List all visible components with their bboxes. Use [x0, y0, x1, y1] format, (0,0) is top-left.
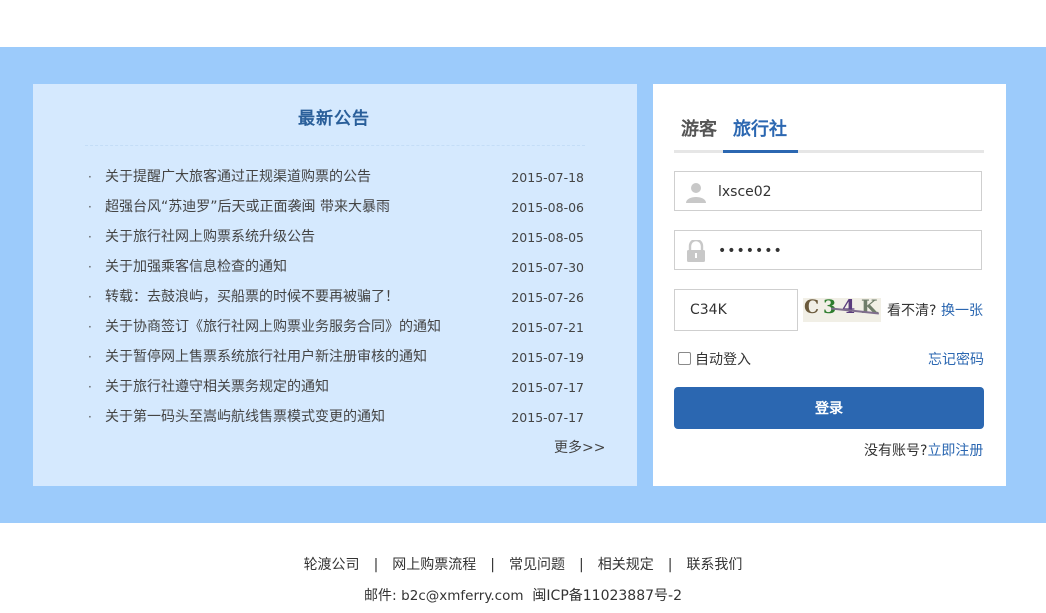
bullet-icon: · [88, 380, 92, 394]
login-button[interactable]: 登录 [674, 387, 984, 429]
tab-active-indicator [723, 150, 798, 153]
user-icon [686, 183, 706, 203]
bullet-icon: · [88, 260, 92, 274]
more-link[interactable]: 更多>> [554, 437, 605, 457]
notice-title: 最新公告 [298, 109, 370, 129]
list-item[interactable]: · 转载：去鼓浪屿，买船票的时候不要再被骗了！ 2015-07-26 [88, 285, 588, 315]
auto-login-checkbox[interactable] [678, 352, 691, 365]
footer-link-rules[interactable]: 相关规定 [598, 557, 654, 573]
notice-item-date: 2015-08-06 [511, 200, 584, 215]
notice-item-title[interactable]: 关于加强乘客信息检查的通知 [105, 255, 287, 279]
notice-item-title[interactable]: 关于第一码头至嵩屿航线售票模式变更的通知 [105, 405, 385, 429]
footer-info: 邮件: b2c@xmferry.com 闽ICP备11023887号-2 [0, 585, 1046, 605]
notice-item-date: 2015-07-21 [511, 320, 584, 335]
bullet-icon: · [88, 170, 92, 184]
notice-item-title[interactable]: 关于暂停网上售票系统旅行社用户新注册审核的通知 [105, 345, 427, 369]
register-link[interactable]: 立即注册 [927, 443, 983, 459]
bullet-icon: · [88, 320, 92, 334]
footer-nav: 轮渡公司 | 网上购票流程 | 常见问题 | 相关规定 | 联系我们 [0, 554, 1046, 574]
username-input[interactable]: lxsce02 [674, 171, 982, 211]
captcha-value: C34K [690, 302, 727, 318]
auto-login-label[interactable]: 自动登入 [695, 349, 751, 369]
captcha-refresh-link[interactable]: 换一张 [941, 300, 983, 320]
captcha-input[interactable]: C34K [674, 289, 798, 331]
bullet-icon: · [88, 350, 92, 364]
bullet-icon: · [88, 200, 92, 214]
bullet-icon: · [88, 230, 92, 244]
notice-item-date: 2015-07-18 [511, 170, 584, 185]
footer-email: b2c@xmferry.com [401, 588, 524, 604]
footer-email-label: 邮件: [364, 588, 397, 604]
list-item[interactable]: · 超强台风“苏迪罗”后天或正面袭闽 带来大暴雨 2015-08-06 [88, 195, 588, 225]
notice-list: · 关于提醒广大旅客通过正规渠道购票的公告 2015-07-18 · 超强台风“苏迪罗… [88, 165, 588, 435]
bullet-icon: · [88, 410, 92, 424]
lock-icon [687, 240, 705, 262]
password-input[interactable]: ••••••• [674, 230, 982, 270]
notice-item-date: 2015-07-30 [511, 260, 584, 275]
list-item[interactable]: · 关于第一码头至嵩屿航线售票模式变更的通知 2015-07-17 [88, 405, 588, 435]
list-item[interactable]: · 关于旅行社网上购票系统升级公告 2015-08-05 [88, 225, 588, 255]
list-item[interactable]: · 关于暂停网上售票系统旅行社用户新注册审核的通知 2015-07-19 [88, 345, 588, 375]
notice-item-date: 2015-07-26 [511, 290, 584, 305]
notice-item-title[interactable]: 关于旅行社遵守相关票务规定的通知 [105, 375, 329, 399]
list-item[interactable]: · 关于加强乘客信息检查的通知 2015-07-30 [88, 255, 588, 285]
footer-link-company[interactable]: 轮渡公司 [304, 557, 360, 573]
footer-link-faq[interactable]: 常见问题 [509, 557, 565, 573]
captcha-image[interactable]: C 3 4 K [803, 296, 881, 322]
notice-item-date: 2015-07-17 [511, 380, 584, 395]
register-prompt-text: 没有账号? [864, 443, 928, 459]
footer-separator: | [373, 557, 379, 573]
tabs-underline [674, 150, 984, 153]
forgot-password-link[interactable]: 忘记密码 [928, 349, 984, 369]
footer-separator: | [579, 557, 584, 573]
notice-item-date: 2015-07-17 [511, 410, 584, 425]
password-value: ••••••• [718, 243, 783, 259]
register-prompt: 没有账号?立即注册 [864, 440, 983, 460]
notice-item-title[interactable]: 超强台风“苏迪罗”后天或正面袭闽 带来大暴雨 [105, 195, 390, 219]
tab-agency[interactable]: 旅行社 [733, 115, 787, 141]
list-item[interactable]: · 关于提醒广大旅客通过正规渠道购票的公告 2015-07-18 [88, 165, 588, 195]
footer-link-process[interactable]: 网上购票流程 [392, 557, 476, 573]
footer-link-contact[interactable]: 联系我们 [686, 557, 742, 573]
captcha-char: C [804, 296, 820, 318]
notice-item-date: 2015-07-19 [511, 350, 584, 365]
notice-item-title[interactable]: 关于旅行社网上购票系统升级公告 [105, 225, 315, 249]
username-value: lxsce02 [718, 184, 772, 200]
bullet-icon: · [88, 290, 92, 304]
footer-separator: | [667, 557, 673, 573]
captcha-char: 4 [842, 296, 856, 318]
captcha-hint: 看不清? [887, 303, 937, 319]
footer-icp: 闽ICP备11023887号-2 [532, 588, 682, 604]
list-item[interactable]: · 关于旅行社遵守相关票务规定的通知 2015-07-17 [88, 375, 588, 405]
list-item[interactable]: · 关于协商签订《旅行社网上购票业务服务合同》的通知 2015-07-21 [88, 315, 588, 345]
captcha-char: K [861, 296, 878, 318]
notice-item-title[interactable]: 转载：去鼓浪屿，买船票的时候不要再被骗了！ [105, 285, 399, 309]
notice-item-title[interactable]: 关于提醒广大旅客通过正规渠道购票的公告 [105, 165, 371, 189]
notice-item-title[interactable]: 关于协商签订《旅行社网上购票业务服务合同》的通知 [105, 315, 441, 339]
notice-item-date: 2015-08-05 [511, 230, 584, 245]
footer-separator: | [490, 557, 495, 573]
tab-guest[interactable]: 游客 [681, 115, 717, 141]
notice-divider [85, 145, 585, 146]
